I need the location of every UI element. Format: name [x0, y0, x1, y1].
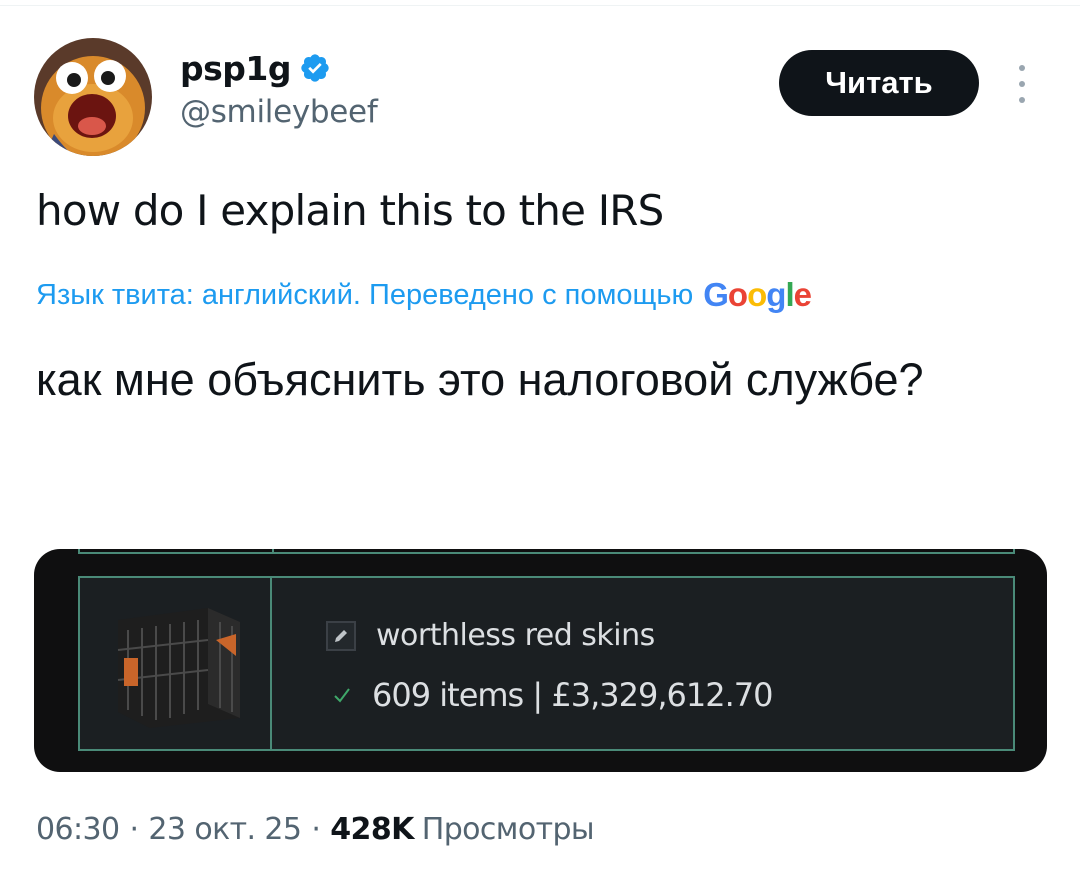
author-name-row: psp1g — [180, 46, 377, 90]
author-display-name[interactable]: psp1g — [180, 49, 291, 88]
panel-divider — [272, 549, 274, 554]
weapon-case-icon — [117, 608, 240, 728]
author-handle[interactable]: @smileybeef — [180, 94, 378, 130]
check-icon — [334, 688, 350, 703]
inventory-stats: 609 items | £3,329,612.70 — [372, 676, 773, 714]
tweet-text: how do I explain this to the IRS — [36, 186, 664, 235]
avatar[interactable] — [34, 38, 152, 156]
dot — [1019, 65, 1025, 71]
translated-tweet-text: как мне объяснить это налоговой службе? — [36, 354, 924, 405]
inventory-name-row: worthless red skins — [326, 618, 655, 653]
views-label: Просмотры — [421, 812, 595, 847]
inventory-stats-row: 609 items | £3,329,612.70 — [332, 676, 773, 714]
meta-separator: · — [129, 812, 139, 847]
dot — [1019, 97, 1025, 103]
author-info[interactable]: psp1g @smileybeef — [180, 46, 378, 131]
inventory-panel: worthless red skins 609 items | £3,329,6… — [78, 576, 1015, 751]
cartoon-creature-avatar — [34, 38, 152, 156]
meta-separator: · — [311, 812, 321, 847]
edit-pencil-icon[interactable] — [326, 620, 356, 651]
inventory-name: worthless red skins — [376, 618, 655, 653]
panel-top-edge — [78, 549, 1015, 554]
top-divider — [0, 0, 1080, 6]
tweet-time[interactable]: 06:30 — [36, 812, 120, 847]
dot — [1019, 81, 1025, 87]
tweet-date[interactable]: 23 окт. 25 — [148, 812, 302, 847]
tweet-media-image[interactable]: worthless red skins 609 items | £3,329,6… — [34, 549, 1047, 772]
item-icon-cell — [80, 578, 272, 749]
tweet-meta: 06:30 · 23 окт. 25 · 428K Просмотры — [36, 812, 595, 847]
follow-button[interactable]: Читать — [779, 50, 979, 116]
views-count: 428K — [330, 812, 414, 847]
vertical-ellipsis-icon[interactable] — [1009, 62, 1035, 106]
translation-notice[interactable]: Язык твита: английский. Переведено с пом… — [36, 276, 812, 314]
translation-info-text[interactable]: Язык твита: английский. Переведено с пом… — [36, 279, 693, 312]
google-logo: Google — [703, 276, 812, 313]
verified-badge-icon — [301, 54, 329, 82]
